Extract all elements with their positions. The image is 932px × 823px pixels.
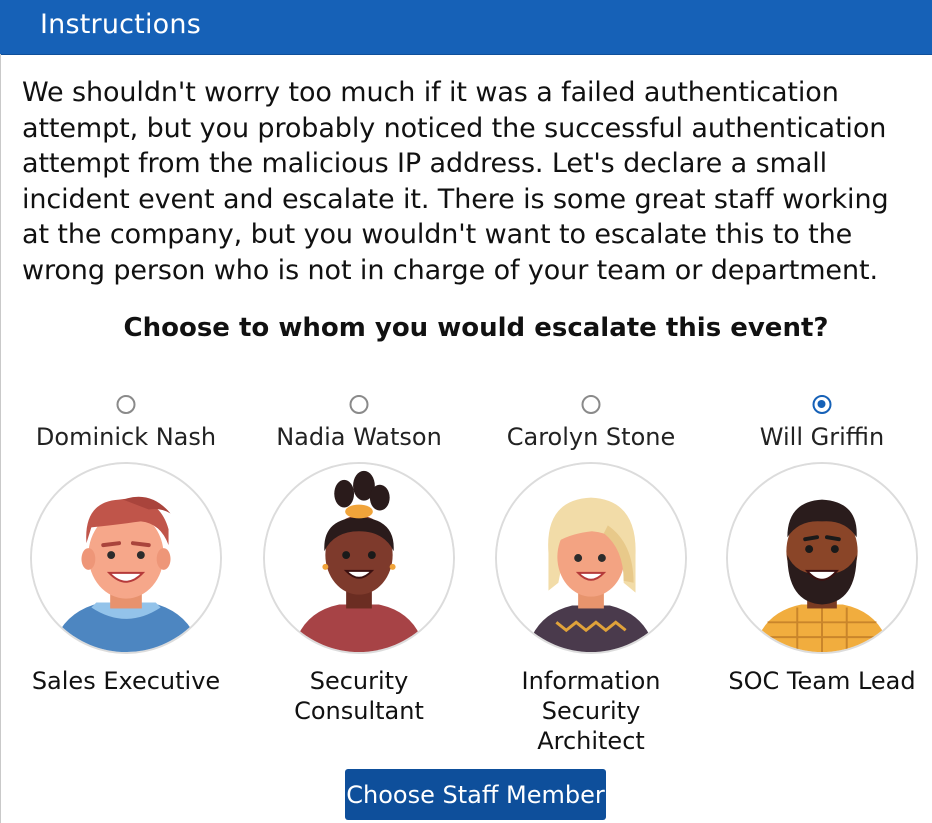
staff-option-will-griffin[interactable]: Will Griffin SOC Team Lead bbox=[706, 392, 932, 772]
staff-role: Sales Executive bbox=[31, 667, 221, 695]
bearded-man-avatar-icon bbox=[726, 462, 918, 654]
staff-role: Information Security Architect bbox=[521, 667, 661, 755]
man-avatar-icon bbox=[30, 462, 222, 654]
staff-option-nadia-watson[interactable]: Nadia Watson Security Consultant bbox=[243, 392, 475, 772]
staff-radio[interactable] bbox=[116, 395, 136, 414]
instructions-header: Instructions bbox=[0, 0, 932, 55]
panel-border bbox=[0, 54, 1, 823]
header-title: Instructions bbox=[40, 9, 201, 40]
staff-role: SOC Team Lead bbox=[728, 667, 916, 695]
woman-blonde-avatar-icon bbox=[495, 462, 687, 654]
staff-name: Carolyn Stone bbox=[506, 423, 676, 451]
staff-option-carolyn-stone[interactable]: Carolyn Stone Information Security Archi… bbox=[475, 392, 707, 772]
staff-radio[interactable] bbox=[581, 395, 601, 414]
question-prompt: Choose to whom you would escalate this e… bbox=[123, 313, 829, 343]
staff-radio-selected[interactable] bbox=[812, 395, 832, 414]
woman-avatar-icon bbox=[263, 462, 455, 654]
staff-name: Dominick Nash bbox=[35, 423, 217, 451]
staff-name: Nadia Watson bbox=[276, 423, 442, 451]
staff-role: Security Consultant bbox=[294, 667, 424, 725]
staff-radio[interactable] bbox=[349, 395, 369, 414]
instructions-text: We shouldn't worry too much if it was a … bbox=[22, 77, 889, 286]
staff-option-dominick-nash[interactable]: Dominick Nash Sales Executive bbox=[10, 392, 242, 772]
staff-name: Will Griffin bbox=[759, 423, 885, 451]
choose-staff-member-button[interactable]: Choose Staff Member bbox=[345, 769, 606, 820]
